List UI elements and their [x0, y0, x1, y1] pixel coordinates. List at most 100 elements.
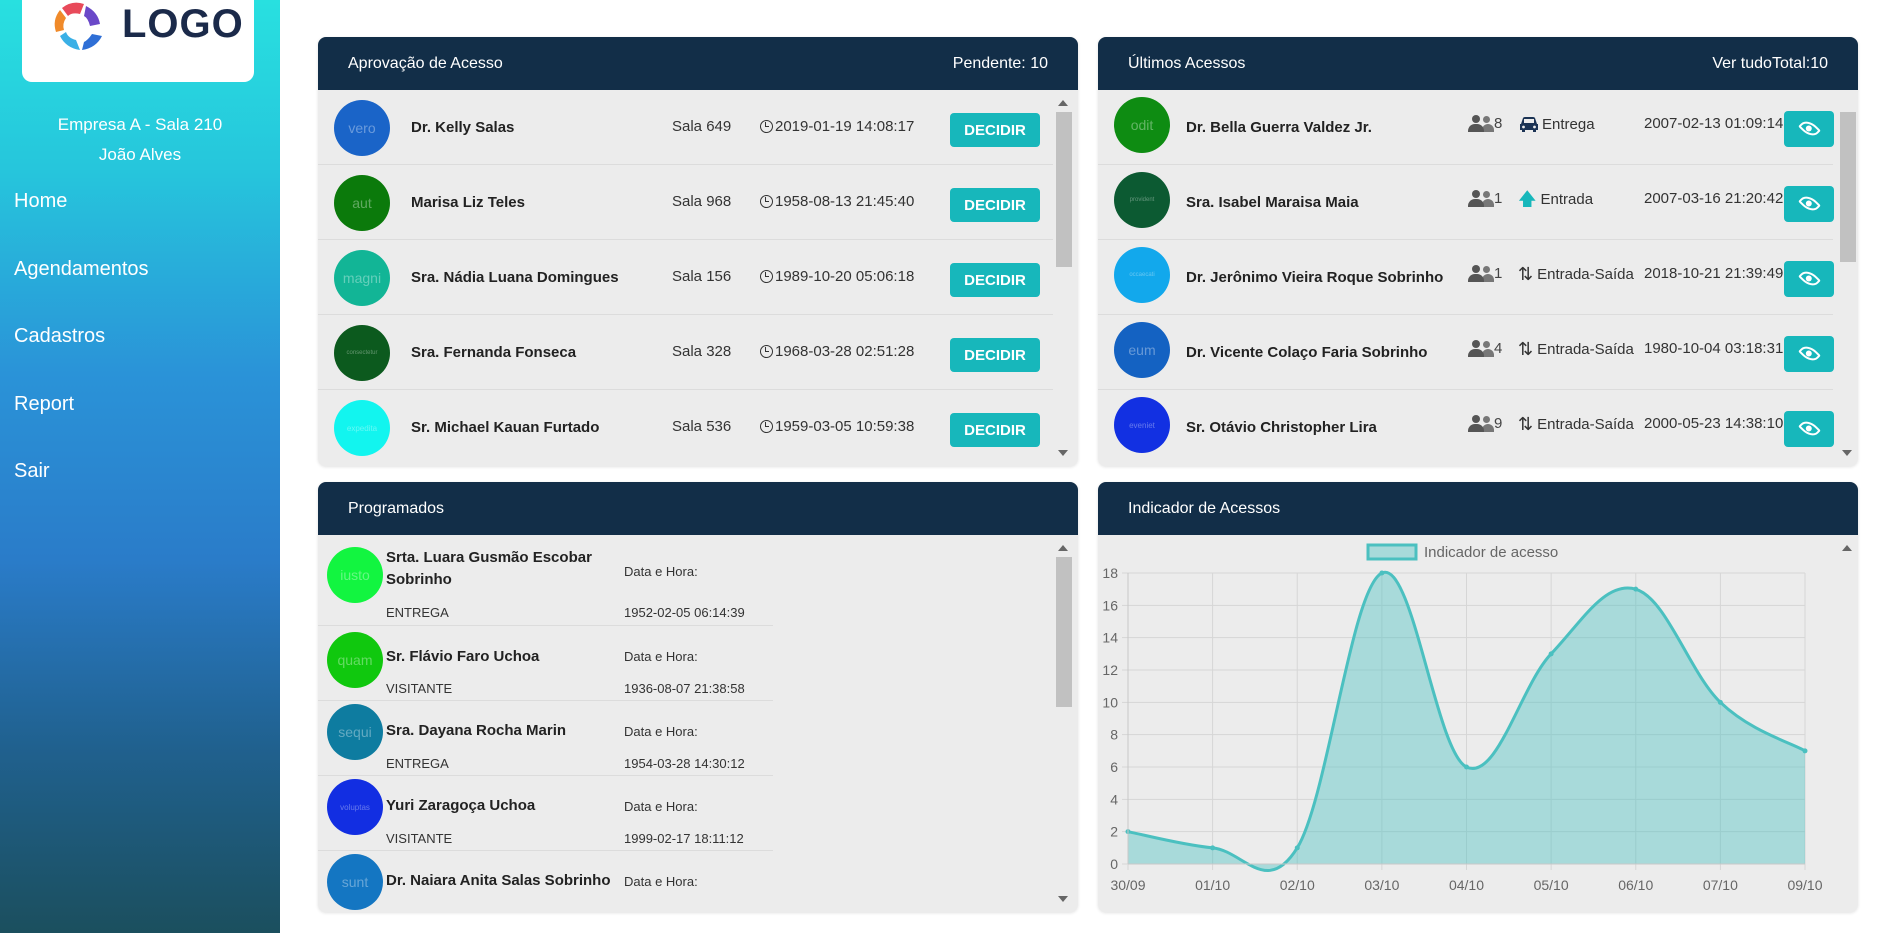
approval-datetime: 1989-10-20 05:06:18	[760, 268, 914, 285]
view-button[interactable]	[1784, 411, 1834, 447]
eye-icon	[1798, 267, 1821, 290]
data-point	[1548, 651, 1554, 657]
y-tick-label: 0	[1110, 856, 1118, 872]
data-point	[1379, 570, 1385, 576]
scheduled-name: Srta. Luara Gusmão Escobar Sobrinho	[386, 549, 592, 588]
pending-count: Pendente: 10	[952, 54, 1048, 72]
scheduled-list[interactable]: iusto Srta. Luara Gusmão Escobar Sobrinh…	[318, 535, 1078, 912]
scroll-thumb[interactable]	[1056, 557, 1072, 707]
data-point	[1210, 845, 1216, 851]
avatar: aut	[334, 175, 390, 231]
view-button[interactable]	[1784, 186, 1834, 222]
scroll-thumb[interactable]	[1056, 112, 1072, 267]
approval-row: consectetur Sra. Fernanda Fonseca Sala 3…	[318, 315, 1053, 390]
approval-datetime-value: 2019-01-19 14:08:17	[775, 118, 915, 135]
nav-home[interactable]: Home	[0, 183, 280, 251]
scheduled-card: Programados iusto Srta. Luara Gusmão Esc…	[318, 482, 1078, 912]
decide-button[interactable]: DECIDIR	[950, 113, 1040, 147]
view-button[interactable]	[1784, 336, 1834, 372]
indicator-scrollbar[interactable]	[1838, 541, 1856, 906]
avatar: eveniet	[1114, 397, 1170, 453]
last-access-name: Dr. Jerônimo Vieira Roque Sobrinho	[1186, 269, 1444, 286]
approval-room: Sala 536	[672, 418, 732, 435]
access-type: Entrega	[1518, 115, 1595, 133]
approval-room: Sala 156	[672, 268, 732, 285]
arrows-updown-icon: ⇅	[1518, 414, 1534, 434]
data-point	[1464, 764, 1469, 770]
y-tick-label: 8	[1110, 727, 1118, 743]
people-icon	[1468, 114, 1494, 132]
approval-row: vero Dr. Kelly Salas Sala 649 2019-01-19…	[318, 90, 1053, 165]
people-count-value: 9	[1494, 414, 1503, 432]
scroll-up-icon[interactable]	[1058, 100, 1068, 106]
scheduled-name: Dr. Naiara Anita Salas Sobrinho	[386, 872, 611, 889]
nav-cadastros[interactable]: Cadastros	[0, 318, 280, 386]
decide-button[interactable]: DECIDIR	[950, 338, 1040, 372]
scroll-down-icon[interactable]	[1842, 450, 1852, 456]
approval-datetime-value: 1958-08-13 21:45:40	[775, 193, 915, 210]
nav-sair[interactable]: Sair	[0, 453, 280, 521]
approval-datetime: 1968-03-28 02:51:28	[760, 343, 914, 360]
sidebar: LOGO Empresa A - Sala 210 João Alves Hom…	[0, 0, 280, 933]
legend-label: Indicador de acesso	[1424, 544, 1558, 561]
last-access-scrollbar[interactable]	[1838, 96, 1856, 460]
approval-row: magni Sra. Nádia Luana Domingues Sala 15…	[318, 240, 1053, 315]
people-count-value: 4	[1494, 339, 1503, 357]
scroll-thumb[interactable]	[1840, 112, 1856, 262]
approval-card: Aprovação de Acesso Pendente: 10 vero Dr…	[318, 37, 1078, 466]
avatar: eum	[1114, 322, 1170, 378]
y-tick-label: 10	[1102, 694, 1118, 710]
sidebar-nav: Home Agendamentos Cadastros Report Sair	[0, 183, 280, 521]
avatar: magni	[334, 250, 390, 306]
people-icon	[1468, 414, 1494, 432]
view-button[interactable]	[1784, 111, 1834, 147]
x-tick-label: 03/10	[1364, 877, 1399, 893]
logo-card: LOGO	[22, 0, 254, 82]
access-type-label: Entrega	[1542, 115, 1595, 133]
y-tick-label: 12	[1102, 662, 1118, 678]
approval-datetime-value: 1968-03-28 02:51:28	[775, 343, 915, 360]
scheduled-row: sequi Sra. Dayana Rocha Marin ENTREGA Da…	[318, 701, 773, 776]
view-button[interactable]	[1784, 261, 1834, 297]
avatar: odit	[1114, 97, 1170, 153]
access-type-label: Entrada-Saída	[1537, 340, 1634, 358]
y-tick-label: 16	[1102, 597, 1118, 613]
approval-list[interactable]: vero Dr. Kelly Salas Sala 649 2019-01-19…	[318, 90, 1078, 466]
arrows-updown-icon: ⇅	[1518, 264, 1534, 284]
scroll-down-icon[interactable]	[1058, 896, 1068, 902]
scheduled-header: Programados	[318, 482, 1078, 535]
approval-header: Aprovação de Acesso Pendente: 10	[318, 37, 1078, 90]
approval-scrollbar[interactable]	[1054, 96, 1072, 460]
nav-agendamentos[interactable]: Agendamentos	[0, 251, 280, 319]
last-access-datetime: 2007-02-13 01:09:14	[1644, 115, 1784, 132]
scheduled-name: Sra. Dayana Rocha Marin	[386, 722, 567, 739]
scroll-up-icon[interactable]	[1842, 545, 1852, 551]
decide-button[interactable]: DECIDIR	[950, 263, 1040, 297]
decide-button[interactable]: DECIDIR	[950, 413, 1040, 447]
nav-report[interactable]: Report	[0, 386, 280, 454]
last-access-name: Dr. Bella Guerra Valdez Jr.	[1186, 119, 1372, 136]
company-info: Empresa A - Sala 210 João Alves	[0, 110, 280, 170]
y-tick-label: 2	[1110, 824, 1118, 840]
scheduled-title: Programados	[348, 499, 445, 517]
decide-button[interactable]: DECIDIR	[950, 188, 1040, 222]
see-all-link[interactable]: Ver tudo	[1712, 55, 1772, 72]
people-icon	[1468, 339, 1494, 357]
scheduled-type: ENTREGA	[386, 756, 449, 771]
scroll-down-icon[interactable]	[1058, 450, 1068, 456]
date-label: Data e Hora:	[624, 799, 698, 814]
scheduled-scrollbar[interactable]	[1054, 541, 1072, 906]
y-tick-label: 18	[1102, 565, 1118, 581]
data-point	[1717, 699, 1723, 705]
last-access-list[interactable]: odit Dr. Bella Guerra Valdez Jr. 8 Entre…	[1098, 90, 1858, 466]
approval-name: Sr. Michael Kauan Furtado	[411, 419, 600, 436]
scheduled-type: ENTREGA	[386, 605, 449, 620]
avatar: expedita	[334, 400, 390, 456]
avatar: voluptas	[327, 779, 383, 835]
legend-swatch	[1366, 543, 1418, 561]
access-type: ⇅ Entrada-Saída	[1518, 340, 1634, 358]
eye-icon	[1798, 117, 1821, 140]
clock-icon	[760, 195, 773, 208]
access-type: ⇅ Entrada-Saída	[1518, 415, 1634, 433]
scroll-up-icon[interactable]	[1058, 545, 1068, 551]
